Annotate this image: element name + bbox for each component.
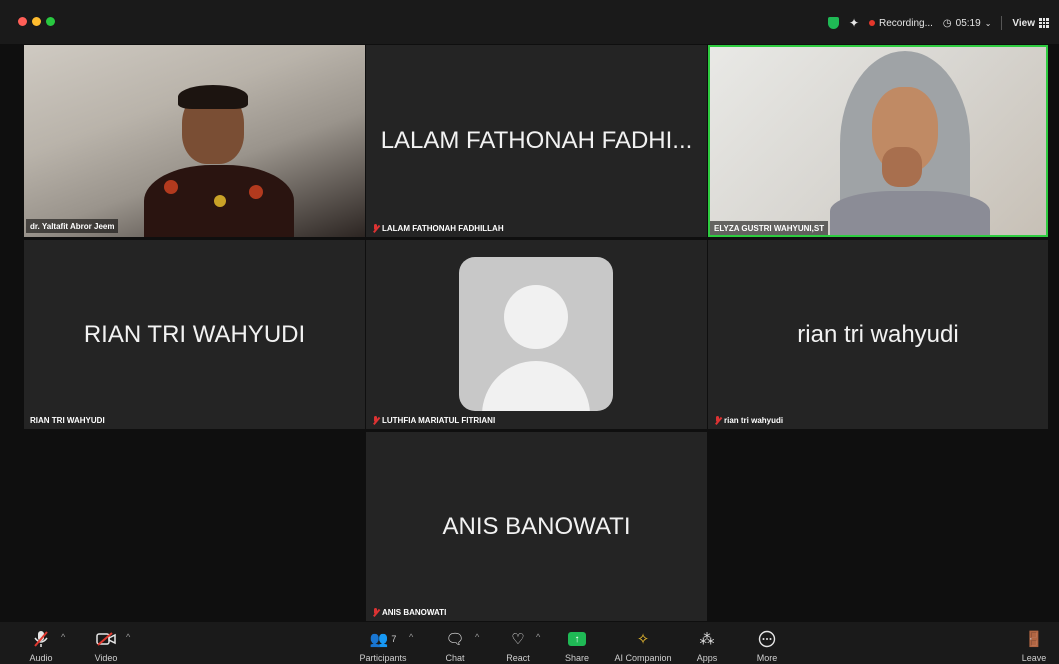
heart-icon: ♡ (511, 631, 525, 648)
muted-mic-icon (372, 223, 379, 233)
video-tile-rian-lower[interactable]: rian tri wahyudi rian tri wahyudi (708, 240, 1048, 429)
maximize-window-button[interactable] (46, 17, 55, 26)
participant-name: LUTHFIA MARIATUL FITRIANI (382, 415, 496, 425)
meeting-timer[interactable]: ◷ 05:19 ⌄ (943, 18, 991, 29)
view-button[interactable]: View (1012, 18, 1049, 29)
chat-button[interactable]: 🗨 Chat (420, 622, 490, 664)
apps-icon: ⁂ (699, 631, 715, 648)
share-icon-wrap: ↑ (568, 628, 586, 650)
more-ellipsis-icon (758, 628, 776, 650)
participant-name-tag: rian tri wahyudi (710, 413, 787, 427)
participants-icon-group: 👥 7 (370, 628, 397, 650)
video-options-caret-icon[interactable]: ^ (126, 632, 130, 642)
participant-display-name: ANIS BANOWATI (442, 512, 631, 540)
participant-name: LALAM FATHONAH FADHILLAH (382, 223, 504, 233)
recording-indicator[interactable]: Recording... (869, 18, 933, 29)
more-label: More (756, 653, 778, 663)
leave-button[interactable]: 🚪 Leave (999, 622, 1059, 664)
meeting-toolbar: Audio ^ Video ^ 👥 7 Participants ^ 🗨 Cha… (0, 622, 1059, 664)
chat-bubble-icon: 🗨 (445, 631, 465, 648)
participant-name-tag: ELYZA GUSTRI WAHYUNI,ST (710, 221, 829, 235)
participant-name: ELYZA GUSTRI WAHYUNI,ST (714, 223, 825, 233)
chat-options-caret-icon[interactable]: ^ (475, 632, 479, 642)
participant-name-tag: RIAN TRI WAHYUDI (26, 413, 109, 427)
leave-label: Leave (1021, 653, 1047, 663)
chevron-down-icon: ⌄ (984, 18, 992, 28)
share-label: Share (564, 653, 590, 663)
video-label: Video (94, 653, 118, 663)
grid-view-icon (1039, 18, 1049, 28)
participant-display-name: rian tri wahyudi (797, 320, 959, 348)
audio-button[interactable]: Audio (6, 622, 76, 664)
participant-name: ANIS BANOWATI (382, 607, 447, 617)
participant-name: RIAN TRI WAHYUDI (30, 415, 105, 425)
default-avatar (459, 257, 613, 411)
participant-display-name: LALAM FATHONAH FADHI... (380, 127, 693, 154)
chat-label: Chat (445, 653, 465, 663)
meeting-status-bar: ✦ Recording... ◷ 05:19 ⌄ View (827, 14, 1049, 32)
ai-companion-label: AI Companion (614, 653, 672, 663)
muted-mic-icon (714, 415, 721, 425)
video-tile-yaltafit[interactable]: dr. Yaltafit Abror Jeem (24, 45, 365, 237)
ai-sparkle-icon: ✧ (636, 631, 650, 648)
participant-display-name: RIAN TRI WAHYUDI (83, 320, 306, 348)
avatar-body-shape (482, 361, 590, 411)
audio-label: Audio (29, 653, 53, 663)
video-off-icon (96, 628, 116, 650)
participant-name-tag: LUTHFIA MARIATUL FITRIANI (368, 413, 499, 427)
close-window-button[interactable] (18, 17, 27, 26)
participant-name-tag: dr. Yaltafit Abror Jeem (26, 219, 119, 233)
participant-video (144, 85, 294, 237)
recording-dot-icon (869, 20, 875, 26)
video-button[interactable]: Video (71, 622, 141, 664)
leave-icon: 🚪 (1024, 631, 1044, 648)
video-tile-elyza-active-speaker[interactable]: ELYZA GUSTRI WAHYUNI,ST (708, 45, 1048, 237)
avatar-head-shape (504, 285, 568, 349)
participants-icon: 👥 (369, 631, 389, 648)
video-tile-lalam[interactable]: LALAM FATHONAH FADHI... LALAM FATHONAH F… (366, 45, 707, 237)
audio-options-caret-icon[interactable]: ^ (61, 632, 65, 642)
participant-name-tag: LALAM FATHONAH FADHILLAH (368, 221, 508, 235)
react-options-caret-icon[interactable]: ^ (536, 632, 540, 642)
share-screen-icon: ↑ (568, 632, 586, 646)
timer-value: 05:19 (955, 17, 981, 29)
ai-companion-button[interactable]: ✧ AI Companion (608, 622, 678, 664)
clock-icon: ◷ (942, 17, 952, 29)
ai-sparkle-icon[interactable]: ✦ (849, 16, 859, 30)
muted-mic-icon (372, 607, 379, 617)
divider (1001, 16, 1003, 30)
video-tile-anis[interactable]: ANIS BANOWATI ANIS BANOWATI (366, 432, 707, 621)
share-button[interactable]: ↑ Share (542, 622, 612, 664)
participants-label: Participants (359, 653, 407, 663)
participants-count: 7 (391, 634, 397, 644)
encryption-shield-icon[interactable] (827, 17, 839, 29)
title-bar: ✦ Recording... ◷ 05:19 ⌄ View (0, 0, 1059, 44)
participants-options-caret-icon[interactable]: ^ (409, 632, 413, 642)
apps-label: Apps (696, 653, 718, 663)
muted-mic-icon (33, 628, 49, 650)
participant-name: dr. Yaltafit Abror Jeem (30, 221, 115, 231)
more-button[interactable]: More (732, 622, 802, 664)
participant-video (830, 51, 990, 235)
recording-label: Recording... (879, 17, 933, 29)
react-label: React (506, 653, 530, 663)
view-label: View (1012, 17, 1035, 29)
participants-button[interactable]: 👥 7 Participants (348, 622, 418, 664)
video-tile-rian-upper[interactable]: RIAN TRI WAHYUDI RIAN TRI WAHYUDI (24, 240, 365, 429)
muted-mic-icon (372, 415, 379, 425)
participant-name: rian tri wahyudi (724, 415, 784, 425)
minimize-window-button[interactable] (32, 17, 41, 26)
participant-name-tag: ANIS BANOWATI (368, 605, 450, 619)
